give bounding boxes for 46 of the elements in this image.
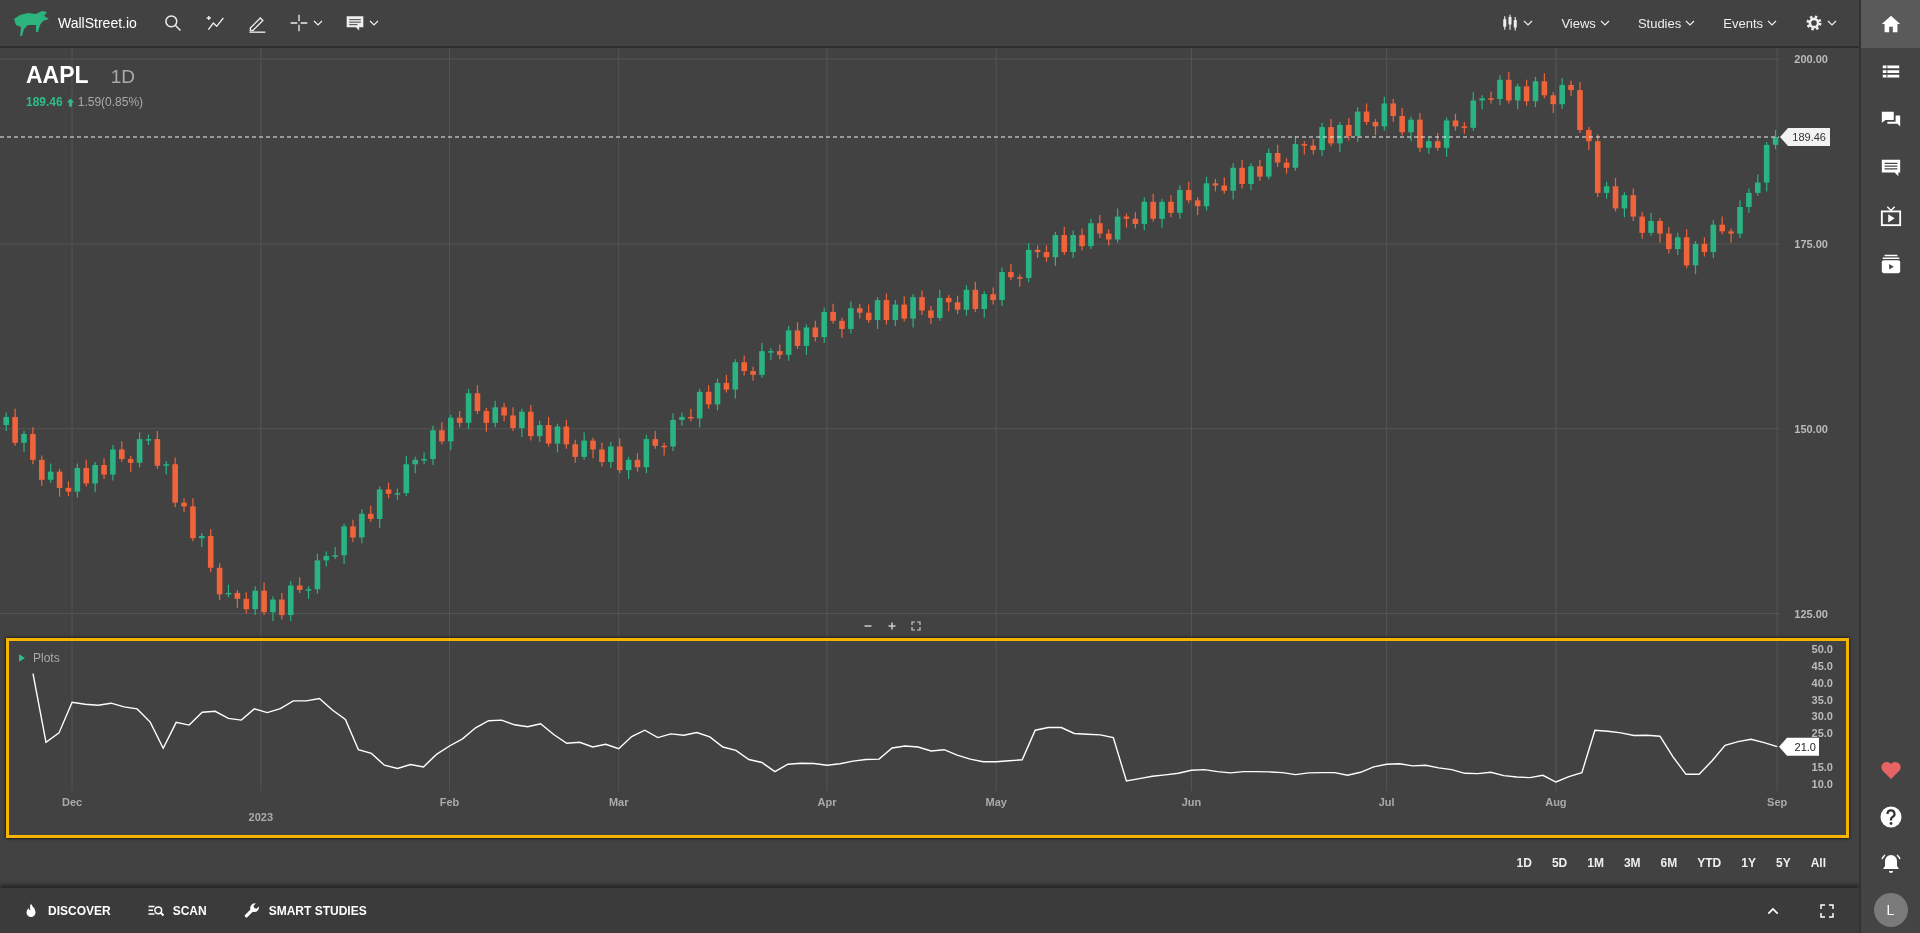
axis-label: 40.0 [1811, 676, 1833, 689]
range-button[interactable]: 5D [1546, 852, 1573, 874]
range-button[interactable]: YTD [1692, 852, 1727, 874]
axis-label: 150.00 [1794, 422, 1828, 435]
axis-label: 45.0 [1811, 659, 1833, 672]
axis-label: Dec [61, 796, 83, 808]
menu-button[interactable]: Studies [1631, 11, 1702, 35]
axis-label: Mar [608, 796, 629, 808]
axis-label: 25.0 [1811, 727, 1833, 740]
range-button[interactable]: 1Y [1736, 852, 1761, 874]
range-button[interactable]: 5Y [1770, 852, 1796, 874]
axis-label: 125.00 [1794, 607, 1828, 620]
axis-label: 175.00 [1794, 237, 1828, 250]
axis-label: Feb [439, 796, 460, 808]
year-label: 2023 [248, 811, 274, 823]
menu-button[interactable]: Events [1717, 11, 1783, 35]
user-avatar[interactable]: L [1873, 893, 1908, 927]
range-button[interactable]: 6M [1655, 852, 1683, 874]
axis-label: Aug [1545, 796, 1567, 808]
scan-button[interactable]: SCAN [142, 897, 211, 924]
axis-label: 10.0 [1811, 777, 1833, 790]
axis-label: 35.0 [1811, 693, 1833, 706]
interval-label: 1D [110, 66, 135, 88]
axis-label: 200.00 [1794, 53, 1828, 66]
price-tag: 189.46 [1780, 128, 1830, 146]
axis-label: 50.0 [1811, 643, 1833, 655]
discover-button[interactable]: DISCOVER [18, 897, 115, 924]
axis-label: Jul [1378, 796, 1395, 808]
axis-label: Jun [1181, 796, 1202, 808]
axis-label: May [985, 796, 1007, 808]
axis-label: Apr [817, 796, 837, 808]
range-button[interactable]: All [1805, 852, 1831, 874]
ticker-symbol: AAPL [26, 62, 89, 89]
legend-label[interactable]: Plots [33, 651, 60, 665]
axis-label: 15.0 [1811, 760, 1833, 773]
studies-button[interactable]: SMART STUDIES [238, 897, 371, 924]
brand-name[interactable]: WallStreet.io [58, 15, 137, 31]
axis-label: 30.0 [1811, 710, 1833, 723]
last-price: 189.46 [26, 95, 63, 109]
range-button[interactable]: 1D [1511, 852, 1537, 874]
axis-label: Sep [1767, 796, 1788, 808]
value-tag: 21.0 [1779, 737, 1819, 756]
price-change: 1.59(0.85%) [77, 95, 144, 109]
range-button[interactable]: 3M [1618, 852, 1646, 874]
menu-button[interactable]: Views [1555, 11, 1616, 35]
range-button[interactable]: 1M [1582, 852, 1609, 874]
